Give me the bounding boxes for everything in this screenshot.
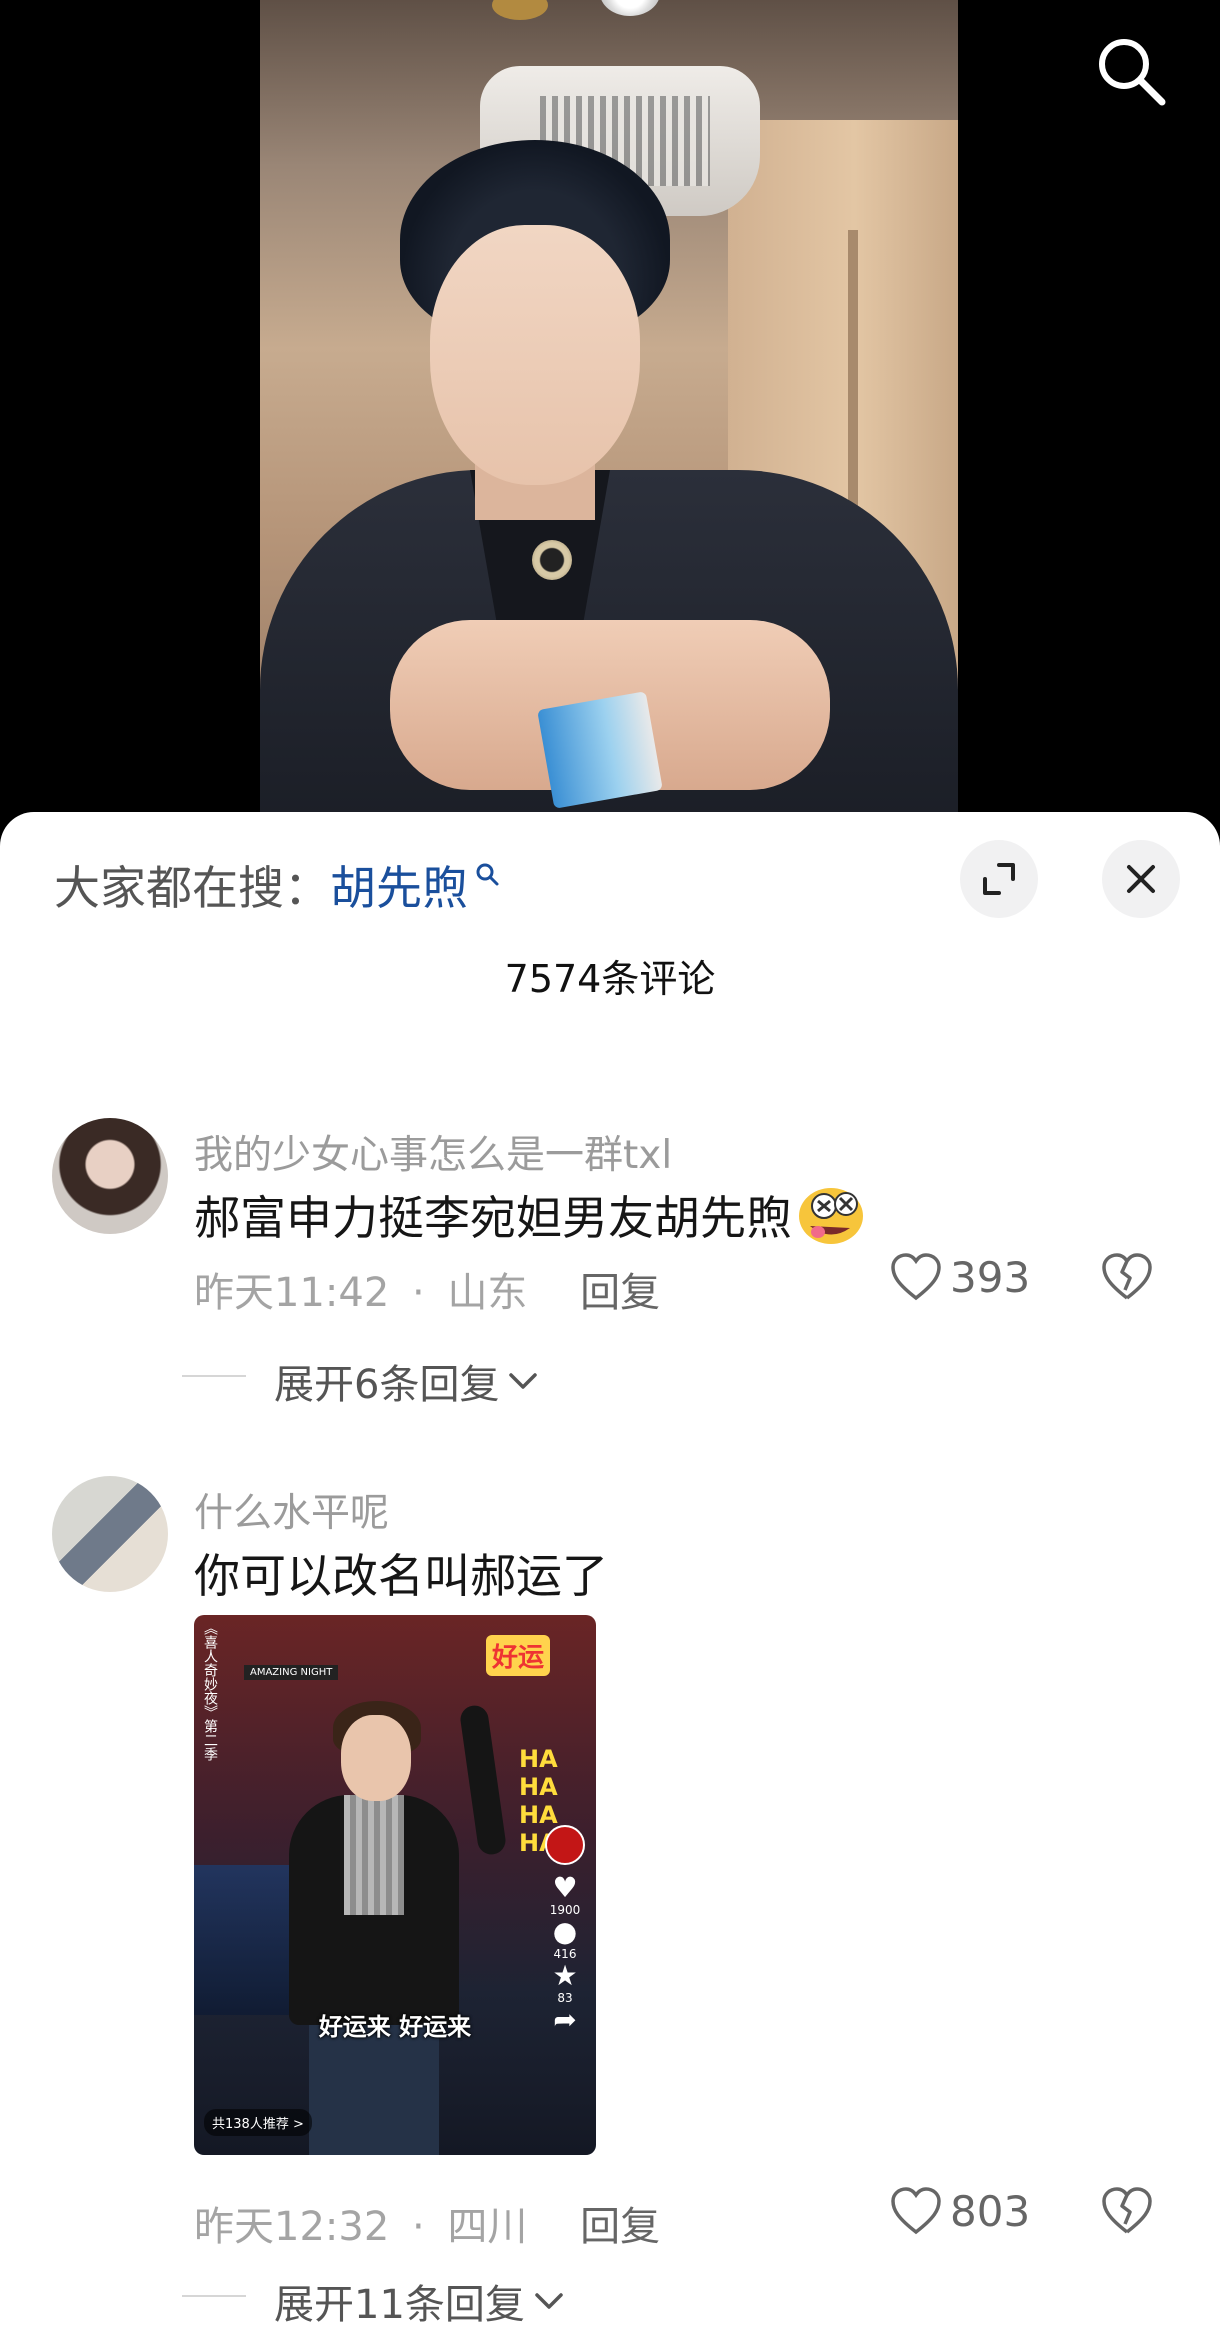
image-person <box>289 1695 508 2155</box>
comment-item: 我的少女心事怎么是一群txl 郝富申力挺李宛妲男友胡先煦 昨天11:42 · 山… <box>0 1102 1220 1408</box>
close-icon <box>1127 865 1155 893</box>
comment-text: 郝富申力挺李宛妲男友胡先煦 <box>194 1182 866 1252</box>
close-button[interactable] <box>1102 840 1180 918</box>
comment-time: 昨天12:32 <box>194 2204 390 2250</box>
ceiling-light <box>492 0 548 20</box>
meta-separator: · <box>412 1270 425 1316</box>
comment-count-title: 7574条评论 <box>504 957 716 1001</box>
comment-text: 你可以改名叫郝运了 <box>194 1549 608 1603</box>
heart-icon <box>891 1253 941 1301</box>
search-button[interactable] <box>1090 30 1170 110</box>
dislike-button[interactable] <box>1100 2186 1154 2240</box>
comment-time: 昨天11:42 <box>194 1270 390 1316</box>
heart-icon <box>891 2187 941 2235</box>
image-sidebar: ♥ 1900 ● 416 ★ 83 ➦ <box>542 1825 588 2035</box>
search-suggestion-keyword[interactable]: 胡先煦 <box>330 852 468 918</box>
comment-sheet: 大家都在搜： 胡先煦 7574条评论 我的少女心事怎么是一群txl 郝富申力挺李… <box>0 812 1220 2352</box>
heart-icon: ♥ <box>552 1871 578 1904</box>
ticket-prop <box>537 691 663 809</box>
search-icon <box>1099 39 1166 106</box>
avatar[interactable] <box>52 1476 168 1592</box>
image-sticker: 好运 <box>486 1635 551 1676</box>
expand-replies-button[interactable]: 展开11条回复 <box>182 2272 567 2330</box>
comment-image[interactable]: AMAZING NIGHT 《喜人奇妙夜》第二季 HA HA HA HA 好运 … <box>194 1615 596 2155</box>
star-icon: ★ <box>552 1959 578 1992</box>
like-count: 803 <box>950 2186 1031 2236</box>
comment-bubble-icon: ● <box>552 1915 578 1948</box>
meta-separator: · <box>412 2204 425 2250</box>
expand-replies-label: 展开11条回复 <box>274 2282 525 2328</box>
expand-replies-label: 展开6条回复 <box>274 1362 500 1408</box>
image-sign: AMAZING NIGHT <box>244 1665 339 1680</box>
search-icon <box>476 863 499 886</box>
comment-text-content: 郝富申力挺李宛妲男友胡先煦 <box>194 1191 792 1245</box>
like-button[interactable]: 803 <box>890 2186 1030 2236</box>
comment-meta: 昨天11:42 · 山东 回复 <box>194 1260 660 1318</box>
dislike-button[interactable] <box>1100 1252 1154 1306</box>
drooling-face-emoji-icon <box>799 1187 863 1244</box>
comment-meta: 昨天12:32 · 四川 回复 <box>194 2194 660 2252</box>
reply-button[interactable]: 回复 <box>580 2204 660 2250</box>
person-brooch <box>532 540 572 580</box>
image-background-city <box>194 1865 304 2015</box>
image-vertical-title: 《喜人奇妙夜》第二季 <box>202 1621 218 1761</box>
comment-location: 山东 <box>447 1270 528 1316</box>
image-recommend-badge: 共138人推荐 > <box>204 2109 312 2136</box>
expand-replies-button[interactable]: 展开6条回复 <box>182 1352 541 1410</box>
comment-location: 四川 <box>447 2204 528 2250</box>
comment-username[interactable]: 我的少女心事怎么是一群txl <box>194 1124 672 1180</box>
like-button[interactable]: 393 <box>890 1252 1030 1302</box>
person-face <box>430 225 640 485</box>
chevron-down-icon <box>509 1373 538 1389</box>
reply-button[interactable]: 回复 <box>580 1270 660 1316</box>
avatar[interactable] <box>52 1118 168 1234</box>
like-count: 393 <box>950 1252 1031 1302</box>
chevron-down-icon <box>535 2293 563 2309</box>
video-frame[interactable] <box>260 0 958 830</box>
broken-heart-icon <box>1102 1253 1152 1300</box>
image-avatar <box>545 1825 585 1865</box>
video-player[interactable] <box>0 0 1220 830</box>
ceiling-light <box>600 0 660 16</box>
fullscreen-button[interactable] <box>960 840 1038 918</box>
comment-username[interactable]: 什么水平呢 <box>194 1482 389 1538</box>
fullscreen-icon <box>983 863 1015 895</box>
broken-heart-icon <box>1102 2187 1152 2234</box>
search-suggestion[interactable]: 大家都在搜： 胡先煦 <box>54 852 500 918</box>
image-caption: 好运来 好运来 <box>318 2012 472 2041</box>
search-suggestion-prefix: 大家都在搜： <box>54 861 330 915</box>
